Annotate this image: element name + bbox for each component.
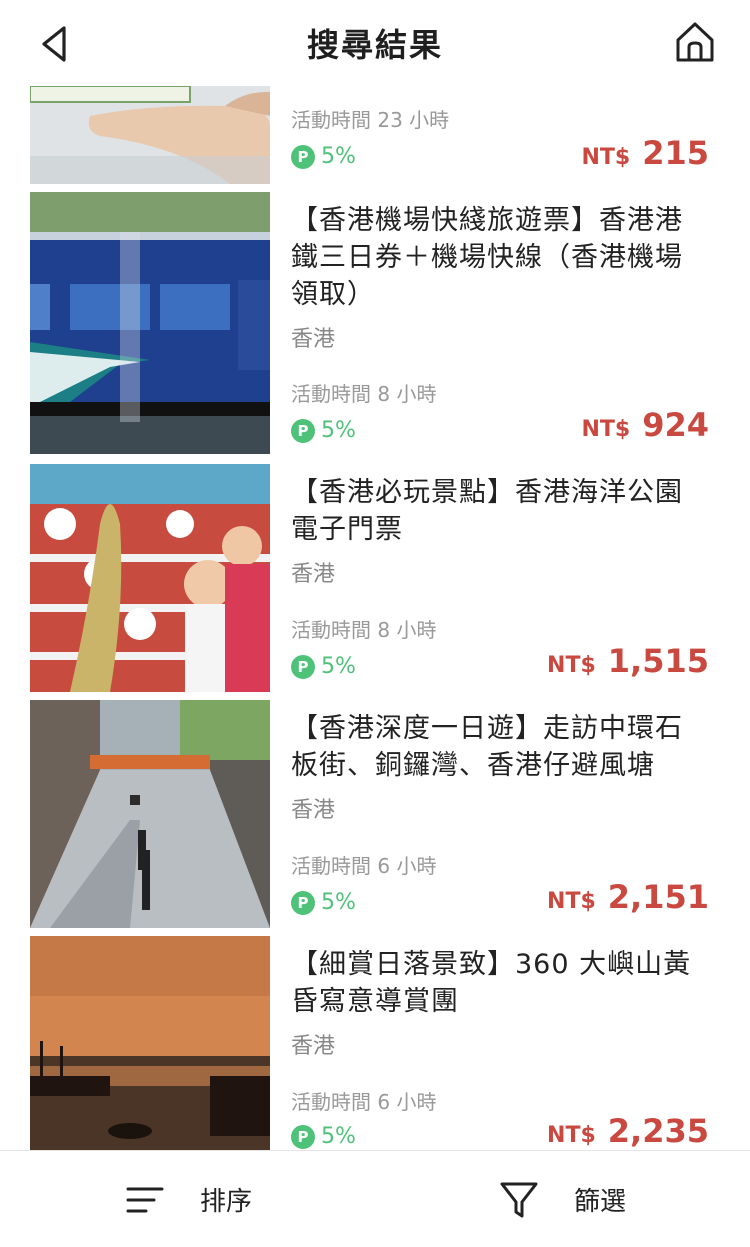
points-icon: P: [291, 1124, 315, 1149]
currency: NT$: [581, 145, 631, 170]
price: NT$ 2,235: [547, 1112, 709, 1150]
product-thumbnail[interactable]: [30, 936, 270, 1150]
home-icon: [676, 22, 714, 62]
price: NT$ 924: [581, 406, 709, 444]
list-item[interactable]: 【香港機場快綫旅遊票】香港港鐵三日券＋機場快線（香港機場領取） 香港 活動時間 …: [0, 192, 750, 455]
points-icon: P: [291, 144, 315, 169]
price-amount: 924: [642, 406, 709, 444]
page-title: 搜尋結果: [306, 26, 443, 64]
list-item[interactable]: 活動時間 23 小時 P 5% NT$ 215: [0, 86, 750, 186]
top-navigation-bar: 搜尋結果: [0, 0, 750, 86]
reward-percent: 5%: [321, 890, 356, 915]
reward-points: P 5%: [291, 144, 356, 169]
bottom-action-bar: 排序 篩選: [0, 1150, 750, 1247]
product-location: 香港: [291, 1034, 336, 1059]
reward-points: P 5%: [291, 1124, 356, 1149]
list-item[interactable]: 【細賞日落景致】360 大嶼山黃昏寫意導賞團 香港 活動時間 6 小時 P 5%…: [0, 936, 750, 1150]
reward-points: P 5%: [291, 890, 356, 915]
reward-percent: 5%: [321, 1124, 356, 1149]
price-amount: 2,151: [607, 878, 709, 916]
activity-duration: 活動時間 23 小時: [291, 108, 450, 132]
list-item[interactable]: 【香港必玩景點】香港海洋公園電子門票 香港 活動時間 8 小時 P 5% NT$…: [0, 464, 750, 693]
points-icon: P: [291, 890, 315, 915]
activity-duration: 活動時間 6 小時: [291, 854, 437, 878]
reward-percent: 5%: [321, 418, 356, 443]
points-icon: P: [291, 654, 315, 679]
product-thumbnail[interactable]: [30, 192, 270, 454]
price-amount: 1,515: [607, 642, 709, 680]
filter-button[interactable]: 篩選: [500, 1151, 626, 1247]
price: NT$ 1,515: [547, 642, 709, 680]
price: NT$ 2,151: [547, 878, 709, 916]
currency: NT$: [547, 1123, 596, 1148]
reward-points: P 5%: [291, 418, 356, 443]
product-thumbnail[interactable]: [30, 700, 270, 928]
activity-duration: 活動時間 6 小時: [291, 1090, 437, 1114]
sort-lines-icon: [126, 1187, 164, 1212]
currency: NT$: [547, 653, 596, 678]
reward-points: P 5%: [291, 654, 356, 679]
filter-label: 篩選: [574, 1187, 627, 1217]
points-icon: P: [291, 418, 315, 443]
sort-label: 排序: [200, 1187, 253, 1217]
price: NT$ 215: [581, 134, 709, 172]
activity-duration: 活動時間 8 小時: [291, 382, 437, 406]
product-location: 香港: [291, 327, 336, 352]
currency: NT$: [547, 889, 596, 914]
list-item[interactable]: 【香港深度一日遊】走訪中環石板街、銅鑼灣、香港仔避風塘 香港 活動時間 6 小時…: [0, 700, 750, 929]
price-amount: 215: [642, 134, 709, 172]
product-location: 香港: [291, 562, 336, 587]
reward-percent: 5%: [321, 144, 356, 169]
filter-funnel-icon: [500, 1182, 538, 1217]
price-amount: 2,235: [607, 1112, 709, 1150]
reward-percent: 5%: [321, 654, 356, 679]
product-thumbnail[interactable]: [30, 464, 270, 692]
product-title[interactable]: 【香港必玩景點】香港海洋公園電子門票: [291, 464, 709, 548]
home-button[interactable]: [674, 20, 716, 64]
product-title[interactable]: 【香港機場快綫旅遊票】香港港鐵三日券＋機場快線（香港機場領取）: [291, 192, 709, 313]
product-title[interactable]: 【香港深度一日遊】走訪中環石板街、銅鑼灣、香港仔避風塘: [291, 700, 709, 784]
product-location: 香港: [291, 798, 336, 823]
search-results-list[interactable]: 活動時間 23 小時 P 5% NT$ 215 【香港機場快綫旅遊票】香港港鐵三…: [0, 86, 750, 1150]
currency: NT$: [581, 417, 631, 442]
product-title[interactable]: 【細賞日落景致】360 大嶼山黃昏寫意導賞團: [291, 936, 709, 1020]
product-thumbnail[interactable]: [30, 86, 270, 184]
activity-duration: 活動時間 8 小時: [291, 618, 437, 642]
sort-button[interactable]: 排序: [126, 1151, 252, 1247]
